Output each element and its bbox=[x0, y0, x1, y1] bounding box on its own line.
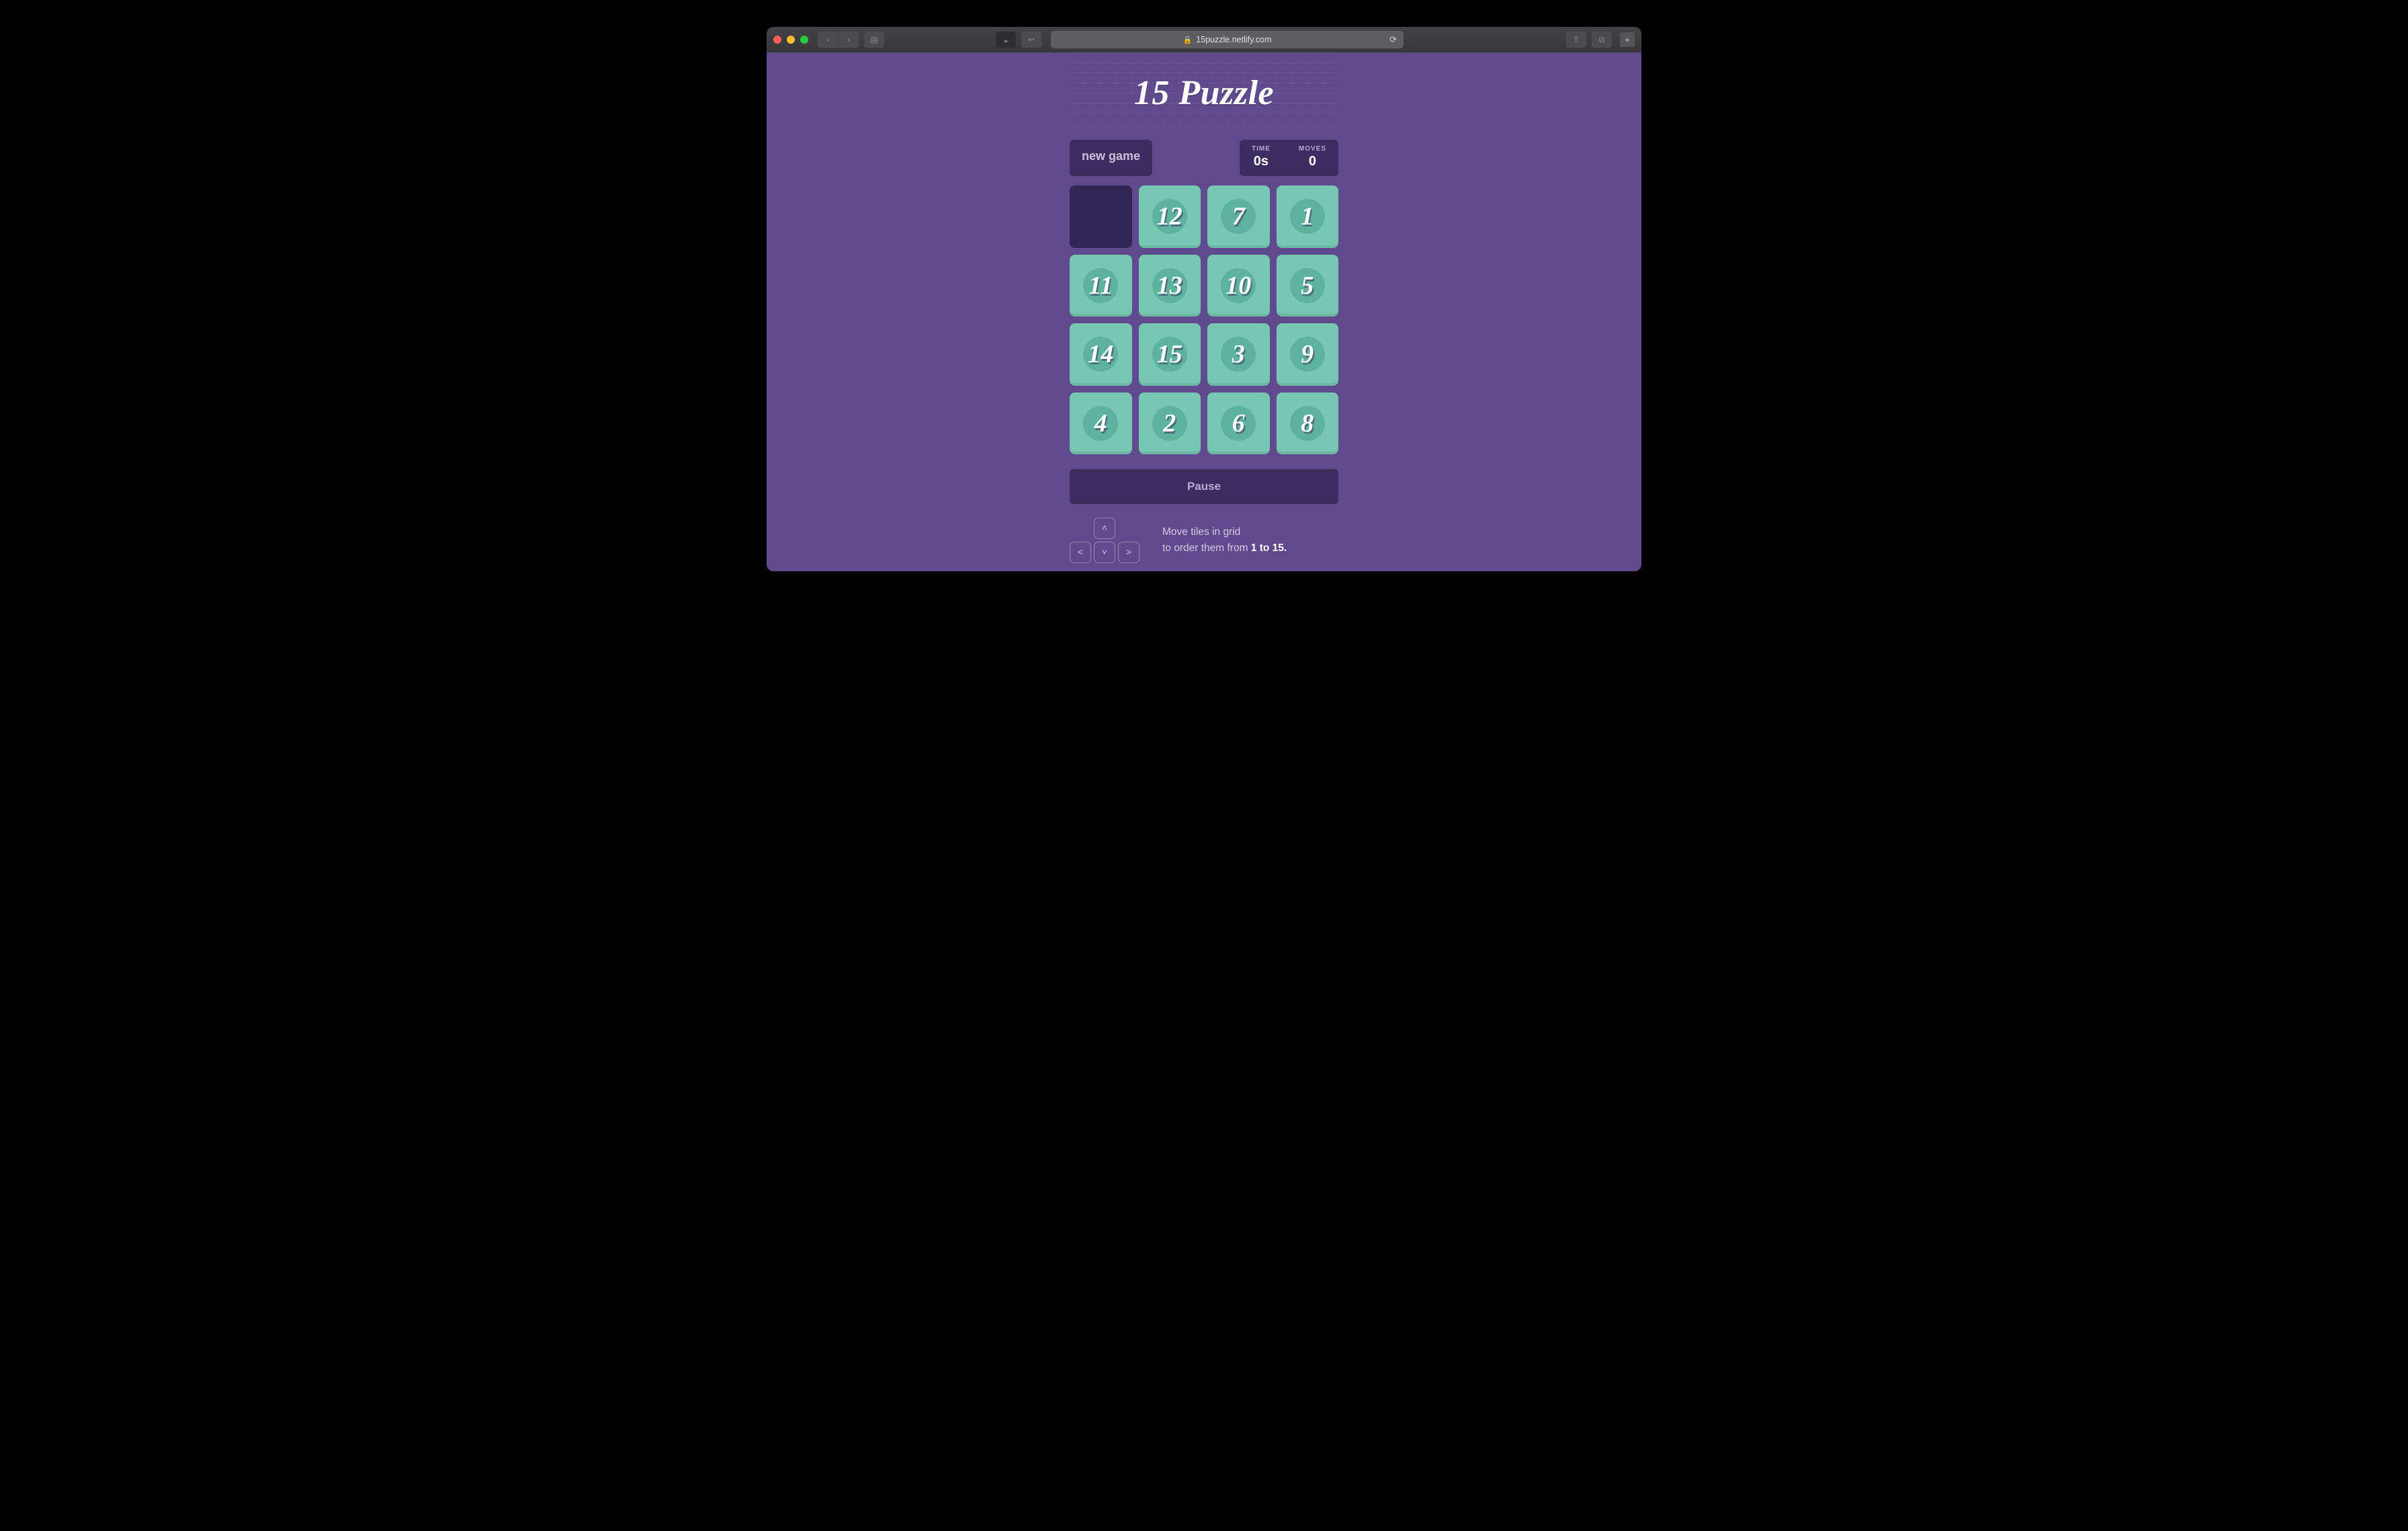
puzzle-grid: 127111131051415394268 bbox=[1070, 185, 1338, 454]
tile-2[interactable]: 2 bbox=[1139, 392, 1201, 455]
arrow-right-icon: ˃ bbox=[1118, 542, 1140, 563]
tile-13[interactable]: 13 bbox=[1139, 255, 1201, 317]
stat-moves-value: 0 bbox=[1299, 154, 1326, 169]
instructions-line2-pre: to order them from bbox=[1162, 542, 1251, 554]
nav-buttons: ‹ › bbox=[818, 32, 859, 48]
window-controls bbox=[773, 36, 812, 44]
zoom-window-button[interactable] bbox=[800, 36, 808, 44]
controls-row: new game TIME 0s MOVES 0 bbox=[1070, 140, 1338, 176]
browser-toolbar: ‹ › ▤ ⌄ ↩ 🔒 15puzzle.netlify.com ⟳ ⇧ ⧉ + bbox=[767, 27, 1641, 52]
stat-time-label: TIME bbox=[1252, 145, 1271, 153]
arrow-keys-diagram: ˄ ˂ ˅ ˃ bbox=[1070, 518, 1140, 563]
tile-12[interactable]: 12 bbox=[1139, 185, 1201, 248]
instructions-line2: to order them from 1 to 15. bbox=[1162, 540, 1287, 556]
pocket-button[interactable]: ⌄ bbox=[996, 32, 1016, 48]
back-button[interactable]: ‹ bbox=[818, 32, 838, 48]
pause-button[interactable]: Pause bbox=[1070, 469, 1338, 504]
instructions-line2-bold: 1 to 15. bbox=[1251, 542, 1287, 554]
tile-5[interactable]: 5 bbox=[1277, 255, 1339, 317]
game-column: 15 Puzzle new game TIME 0s MOVES 0 12711… bbox=[1070, 52, 1338, 571]
tile-9[interactable]: 9 bbox=[1277, 323, 1339, 386]
tabs-button[interactable]: ⧉ bbox=[1592, 32, 1612, 48]
tile-number: 14 bbox=[1088, 339, 1113, 369]
empty-cell bbox=[1070, 185, 1132, 248]
share-button[interactable]: ⇧ bbox=[1566, 32, 1586, 48]
new-game-button[interactable]: new game bbox=[1070, 140, 1152, 176]
tile-4[interactable]: 4 bbox=[1070, 392, 1132, 455]
instructions-line1: Move tiles in grid bbox=[1162, 524, 1287, 540]
stat-time: TIME 0s bbox=[1252, 145, 1271, 169]
new-tab-button[interactable]: + bbox=[1620, 32, 1635, 47]
minimize-window-button[interactable] bbox=[787, 36, 795, 44]
sidebar-button[interactable]: ▤ bbox=[864, 32, 884, 48]
tile-number: 12 bbox=[1157, 202, 1182, 231]
lock-icon: 🔒 bbox=[1182, 36, 1192, 44]
tile-6[interactable]: 6 bbox=[1207, 392, 1270, 455]
arrow-left-icon: ˂ bbox=[1070, 542, 1091, 563]
stat-time-value: 0s bbox=[1252, 154, 1271, 169]
tile-number: 4 bbox=[1094, 409, 1107, 438]
tile-number: 7 bbox=[1232, 202, 1245, 231]
forward-button[interactable]: › bbox=[838, 32, 859, 48]
address-bar[interactable]: 🔒 15puzzle.netlify.com ⟳ bbox=[1051, 31, 1404, 48]
stat-moves: MOVES 0 bbox=[1299, 145, 1326, 169]
tile-1[interactable]: 1 bbox=[1277, 185, 1339, 248]
reload-icon[interactable]: ⟳ bbox=[1389, 34, 1397, 45]
tile-number: 6 bbox=[1232, 409, 1245, 438]
arrow-down-icon: ˅ bbox=[1094, 542, 1115, 563]
tile-3[interactable]: 3 bbox=[1207, 323, 1270, 386]
tile-number: 9 bbox=[1301, 339, 1314, 369]
tile-number: 13 bbox=[1157, 271, 1182, 300]
wave-divider bbox=[1070, 569, 1338, 571]
tile-number: 3 bbox=[1232, 339, 1245, 369]
page: 15 Puzzle new game TIME 0s MOVES 0 12711… bbox=[767, 52, 1641, 571]
tile-8[interactable]: 8 bbox=[1277, 392, 1339, 455]
browser-window: ‹ › ▤ ⌄ ↩ 🔒 15puzzle.netlify.com ⟳ ⇧ ⧉ +… bbox=[767, 27, 1641, 571]
close-window-button[interactable] bbox=[773, 36, 781, 44]
tile-15[interactable]: 15 bbox=[1139, 323, 1201, 386]
tile-7[interactable]: 7 bbox=[1207, 185, 1270, 248]
instructions: ˄ ˂ ˅ ˃ Move tiles in grid to order them… bbox=[1070, 518, 1338, 563]
game-title: 15 Puzzle bbox=[1070, 52, 1338, 133]
tile-number: 8 bbox=[1301, 409, 1314, 438]
tile-number: 2 bbox=[1163, 409, 1176, 438]
game-header: 15 Puzzle bbox=[1070, 52, 1338, 133]
tile-14[interactable]: 14 bbox=[1070, 323, 1132, 386]
stats-panel: TIME 0s MOVES 0 bbox=[1240, 140, 1338, 176]
tile-11[interactable]: 11 bbox=[1070, 255, 1132, 317]
tile-number: 5 bbox=[1301, 271, 1314, 300]
instructions-text: Move tiles in grid to order them from 1 … bbox=[1162, 524, 1287, 556]
tile-number: 15 bbox=[1157, 339, 1182, 369]
stat-moves-label: MOVES bbox=[1299, 145, 1326, 153]
url-host: 15puzzle.netlify.com bbox=[1196, 35, 1271, 44]
readinglist-button[interactable]: ↩ bbox=[1021, 32, 1041, 48]
arrow-up-icon: ˄ bbox=[1094, 518, 1115, 539]
tile-number: 1 bbox=[1301, 202, 1314, 231]
tile-10[interactable]: 10 bbox=[1207, 255, 1270, 317]
tile-number: 11 bbox=[1088, 271, 1113, 300]
tile-number: 10 bbox=[1226, 271, 1251, 300]
